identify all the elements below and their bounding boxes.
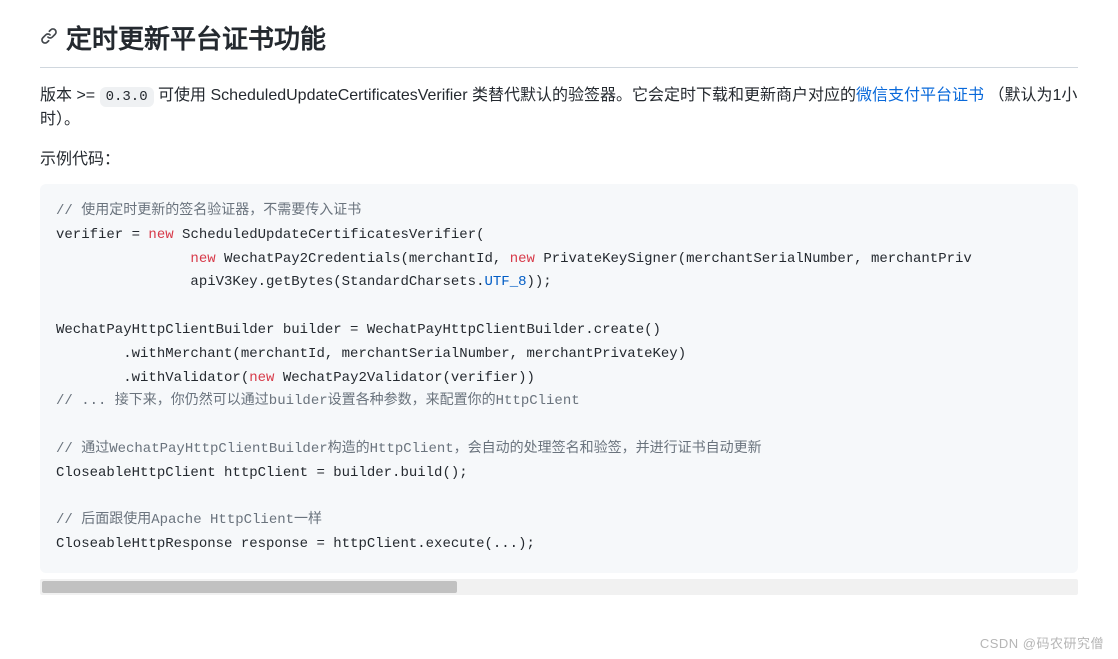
code-const: UTF_8 — [484, 274, 526, 290]
horizontal-scrollbar[interactable] — [40, 579, 1078, 595]
desc-mid: 可使用 ScheduledUpdateCertificatesVerifier … — [154, 87, 856, 104]
desc-prefix: 版本 >= — [40, 87, 100, 104]
code-text: WechatPay2Validator(verifier)) — [274, 370, 534, 386]
section-heading: 定时更新平台证书功能 — [40, 20, 1078, 68]
code-text: .withMerchant(merchantId, merchantSerial… — [56, 346, 686, 362]
code-text: apiV3Key.getBytes(StandardCharsets. — [56, 274, 484, 290]
code-text: CloseableHttpResponse response = httpCli… — [56, 536, 535, 552]
scrollbar-thumb[interactable] — [42, 581, 457, 593]
code-comment: // 使用定时更新的签名验证器，不需要传入证书 — [56, 203, 361, 219]
cert-link[interactable]: 微信支付平台证书 — [856, 87, 984, 104]
code-block: // 使用定时更新的签名验证器，不需要传入证书 verifier = new S… — [40, 184, 1078, 573]
code-text: verifier = — [56, 227, 148, 243]
code-text: CloseableHttpClient httpClient = builder… — [56, 465, 468, 481]
code-keyword-new: new — [148, 227, 173, 243]
code-text: PrivateKeySigner(merchantSerialNumber, m… — [535, 251, 972, 267]
code-text: .withValidator( — [56, 370, 249, 386]
code-text: ScheduledUpdateCertificatesVerifier( — [174, 227, 485, 243]
example-label: 示例代码： — [40, 148, 1078, 172]
link-icon[interactable] — [40, 27, 58, 53]
code-keyword-new: new — [190, 251, 215, 267]
code-keyword-new: new — [249, 370, 274, 386]
code-text: )); — [527, 274, 552, 290]
code-keyword-new: new — [510, 251, 535, 267]
heading-title: 定时更新平台证书功能 — [66, 20, 326, 59]
code-comment: // 通过WechatPayHttpClientBuilder构造的HttpCl… — [56, 441, 762, 457]
code-pre: // 使用定时更新的签名验证器，不需要传入证书 verifier = new S… — [56, 200, 1062, 557]
code-text: WechatPay2Credentials(merchantId, — [216, 251, 510, 267]
description-paragraph: 版本 >= 0.3.0 可使用 ScheduledUpdateCertifica… — [40, 84, 1078, 132]
code-comment: // 后面跟使用Apache HttpClient一样 — [56, 512, 322, 528]
watermark-text: CSDN @码农研究僧 — [980, 634, 1104, 654]
version-code: 0.3.0 — [100, 87, 154, 107]
code-text — [56, 251, 190, 267]
code-text: WechatPayHttpClientBuilder builder = Wec… — [56, 322, 661, 338]
code-comment: // ... 接下来，你仍然可以通过builder设置各种参数，来配置你的Htt… — [56, 393, 580, 409]
